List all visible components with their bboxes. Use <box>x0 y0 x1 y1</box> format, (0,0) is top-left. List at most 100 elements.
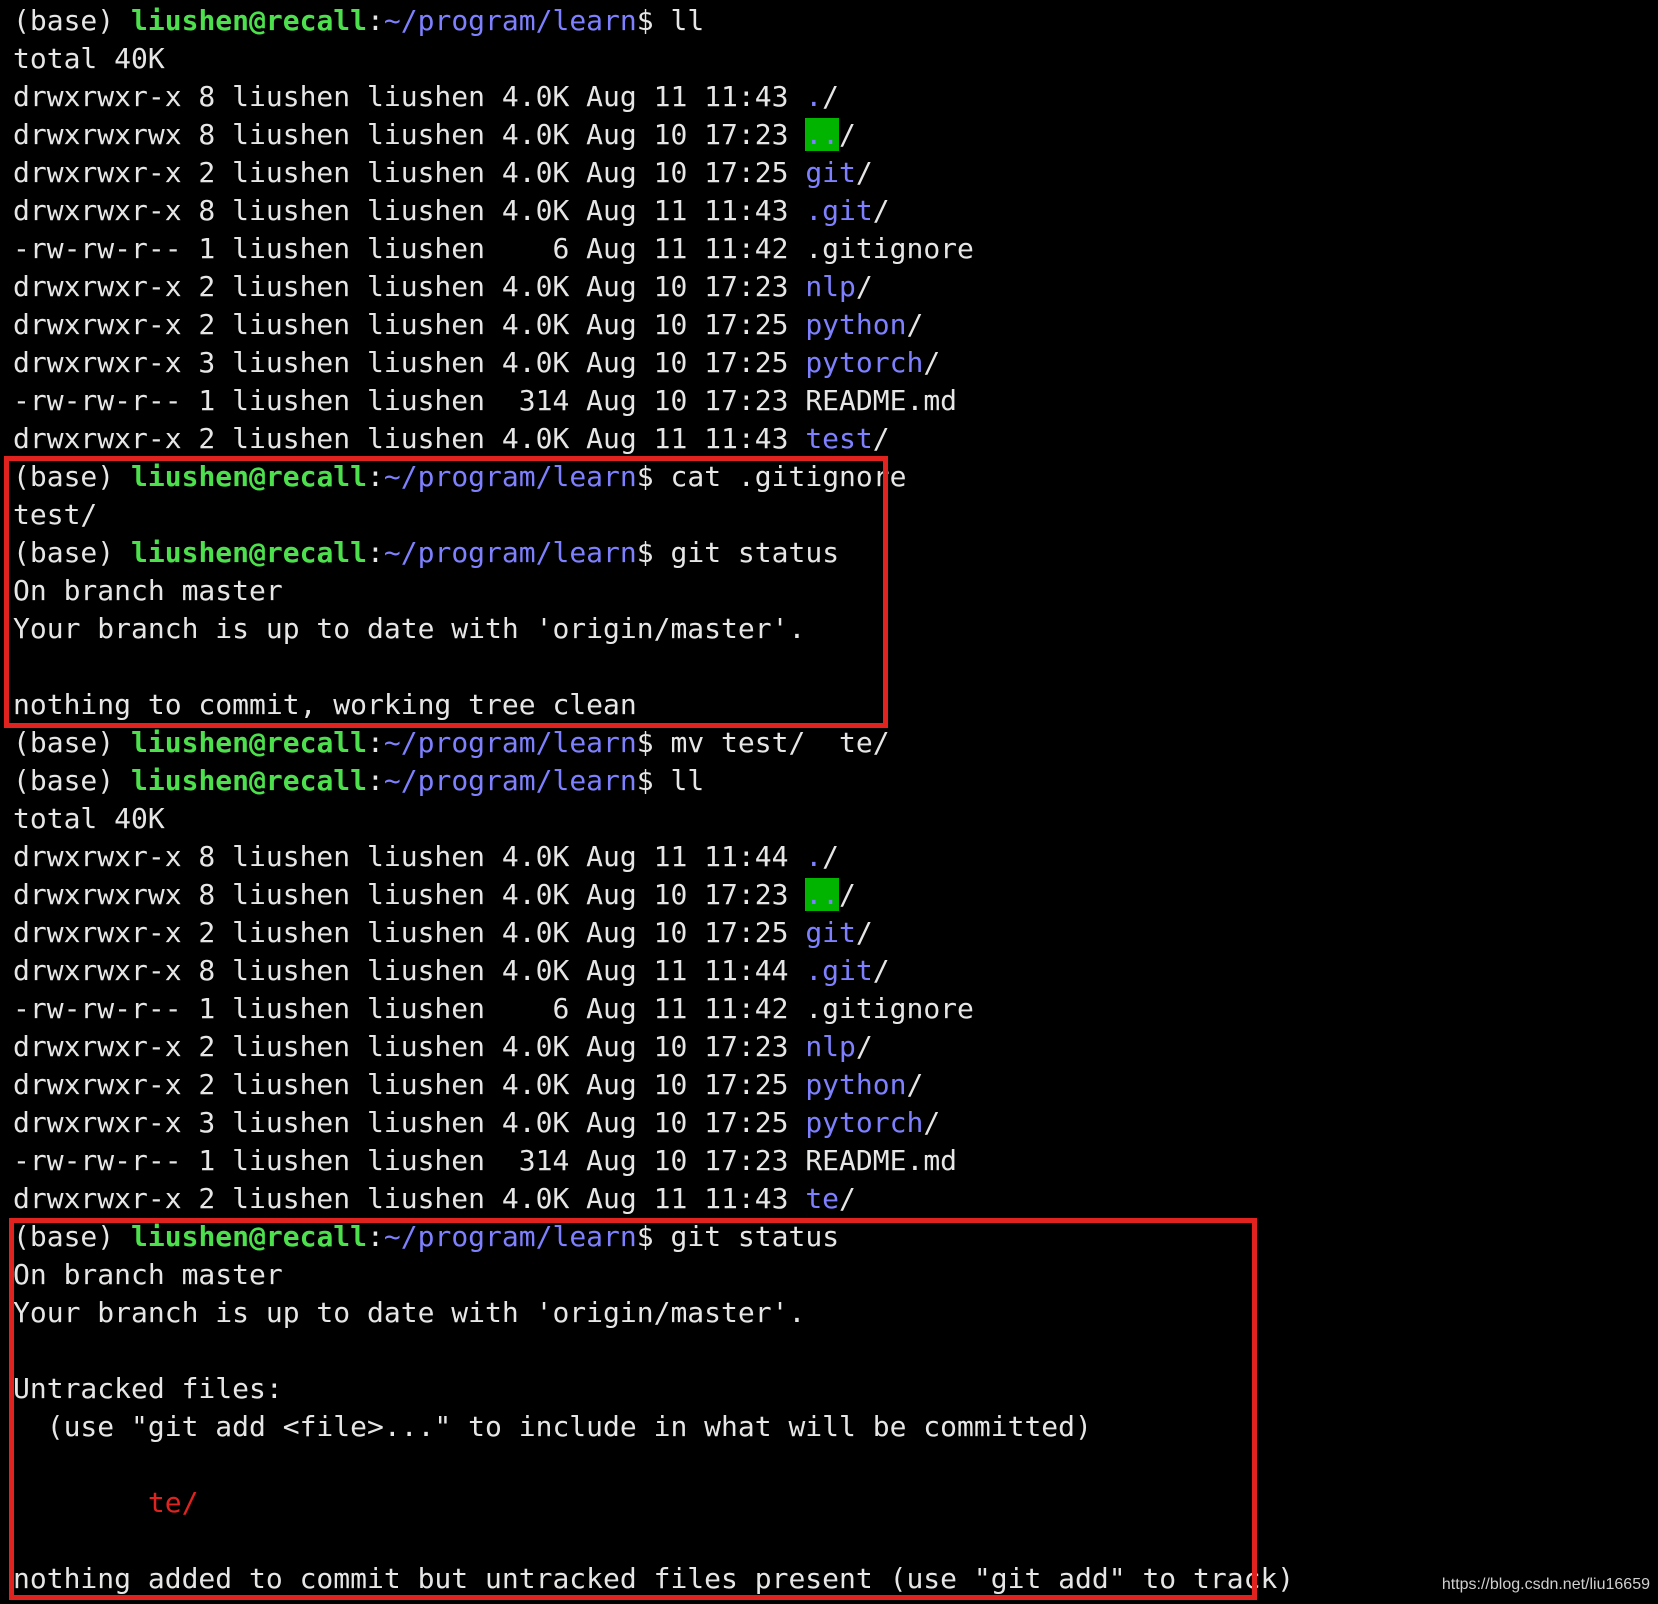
ls-entry: drwxrwxr-x 3 liushen liushen 4.0K Aug 10… <box>13 1104 1643 1142</box>
ls-entry: -rw-rw-r-- 1 liushen liushen 6 Aug 11 11… <box>13 990 1643 1028</box>
ls-entry-slash: / <box>839 118 856 151</box>
ls-entry-name: nlp <box>805 1030 856 1063</box>
ls-entry-slash: / <box>872 422 890 455</box>
ls-entry-slash: / <box>822 80 840 113</box>
ls-entry-name: . <box>805 840 823 873</box>
output-line: nothing added to commit but untracked fi… <box>13 1560 1643 1598</box>
output-text: total 40K <box>13 802 165 835</box>
prompt-dollar: $ <box>636 726 671 759</box>
ls-entry-name: git <box>805 156 856 189</box>
prompt-line: (base) liushen@recall:~/program/learn$ l… <box>13 2 1643 40</box>
command-text: git status <box>670 1220 840 1253</box>
ls-entry: -rw-rw-r-- 1 liushen liushen 6 Aug 11 11… <box>13 230 1643 268</box>
output-text: Your branch is up to date with 'origin/m… <box>13 1296 806 1329</box>
ls-entry: drwxrwxr-x 2 liushen liushen 4.0K Aug 10… <box>13 914 1643 952</box>
output-line: (use "git add <file>..." to include in w… <box>13 1408 1643 1446</box>
ls-entry-meta: drwxrwxr-x 2 liushen liushen 4.0K Aug 10… <box>13 270 806 303</box>
output-line: total 40K <box>13 800 1643 838</box>
prompt-env: (base) <box>13 764 132 797</box>
output-line: Your branch is up to date with 'origin/m… <box>13 610 1643 648</box>
ls-entry-name: .. <box>805 118 840 151</box>
ls-entry-meta: drwxrwxr-x 3 liushen liushen 4.0K Aug 10… <box>13 346 806 379</box>
ls-entry-slash: / <box>872 194 890 227</box>
prompt-dollar: $ <box>636 460 671 493</box>
prompt-path: ~/program/learn <box>383 4 637 37</box>
prompt-env: (base) <box>13 1220 132 1253</box>
output-text: Untracked files: <box>13 1372 283 1405</box>
ls-entry: drwxrwxr-x 8 liushen liushen 4.0K Aug 11… <box>13 192 1643 230</box>
ls-entry: drwxrwxr-x 2 liushen liushen 4.0K Aug 10… <box>13 1066 1643 1104</box>
ls-entry-slash: / <box>839 1182 856 1215</box>
ls-entry-name: .gitignore <box>805 992 974 1025</box>
ls-entry-slash: / <box>906 1068 924 1101</box>
ls-entry-slash: / <box>872 954 890 987</box>
ls-entry: drwxrwxr-x 8 liushen liushen 4.0K Aug 11… <box>13 838 1643 876</box>
output-line: On branch master <box>13 572 1643 610</box>
prompt-dollar: $ <box>636 764 671 797</box>
ls-entry-meta: drwxrwxr-x 2 liushen liushen 4.0K Aug 11… <box>13 422 806 455</box>
ls-entry: drwxrwxr-x 2 liushen liushen 4.0K Aug 11… <box>13 1180 1643 1218</box>
ls-entry-name: .git <box>805 954 873 987</box>
ls-entry-meta: drwxrwxrwx 8 liushen liushen 4.0K Aug 10… <box>13 118 806 151</box>
output-line: test/ <box>13 496 1643 534</box>
command-text: git status <box>670 536 840 569</box>
ls-entry-name: README.md <box>805 384 958 417</box>
ls-entry-name: te <box>805 1182 840 1215</box>
output-text: nothing added to commit but untracked fi… <box>13 1562 1295 1595</box>
output-text: On branch master <box>13 1258 283 1291</box>
prompt-dollar: $ <box>636 1220 671 1253</box>
command-text: ll <box>670 764 705 797</box>
prompt-separator: : <box>367 726 384 759</box>
prompt-env: (base) <box>13 460 132 493</box>
prompt-separator: : <box>367 764 384 797</box>
ls-entry-meta: drwxrwxr-x 8 liushen liushen 4.0K Aug 11… <box>13 954 806 987</box>
prompt-user-host: liushen@recall <box>131 536 368 569</box>
ls-entry-name: nlp <box>805 270 856 303</box>
prompt-dollar: $ <box>636 536 671 569</box>
ls-entry-name: python <box>805 1068 907 1101</box>
prompt-user-host: liushen@recall <box>131 4 368 37</box>
ls-entry-name: README.md <box>805 1144 958 1177</box>
untracked-file: te/ <box>147 1486 199 1519</box>
command-text: cat .gitignore <box>670 460 907 493</box>
ls-entry: -rw-rw-r-- 1 liushen liushen 314 Aug 10 … <box>13 1142 1643 1180</box>
ls-entry-name: test <box>805 422 873 455</box>
prompt-path: ~/program/learn <box>383 536 637 569</box>
ls-entry-meta: -rw-rw-r-- 1 liushen liushen 6 Aug 11 11… <box>13 992 806 1025</box>
ls-entry-slash: / <box>906 308 924 341</box>
ls-entry-meta: drwxrwxr-x 8 liushen liushen 4.0K Aug 11… <box>13 194 806 227</box>
output-line: Untracked files: <box>13 1370 1643 1408</box>
ls-entry-name: pytorch <box>805 346 924 379</box>
ls-entry-meta: drwxrwxr-x 2 liushen liushen 4.0K Aug 10… <box>13 156 806 189</box>
ls-entry-name: .gitignore <box>805 232 974 265</box>
prompt-line: (base) liushen@recall:~/program/learn$ m… <box>13 724 1643 762</box>
ls-entry: drwxrwxr-x 2 liushen liushen 4.0K Aug 10… <box>13 306 1643 344</box>
ls-entry-meta: drwxrwxr-x 2 liushen liushen 4.0K Aug 11… <box>13 1182 806 1215</box>
output-line: total 40K <box>13 40 1643 78</box>
ls-entry: drwxrwxr-x 8 liushen liushen 4.0K Aug 11… <box>13 78 1643 116</box>
ls-entry-slash: / <box>839 878 856 911</box>
untracked-file-line: te/ <box>13 1484 1643 1522</box>
ls-entry: drwxrwxr-x 2 liushen liushen 4.0K Aug 10… <box>13 154 1643 192</box>
output-text: test/ <box>13 498 98 531</box>
ls-entry: drwxrwxr-x 8 liushen liushen 4.0K Aug 11… <box>13 952 1643 990</box>
ls-entry-slash: / <box>855 270 873 303</box>
ls-entry-name: .. <box>805 878 840 911</box>
prompt-separator: : <box>367 460 384 493</box>
prompt-path: ~/program/learn <box>383 726 637 759</box>
output-line: nothing to commit, working tree clean <box>13 686 1643 724</box>
prompt-line: (base) liushen@recall:~/program/learn$ c… <box>13 458 1643 496</box>
ls-entry-meta: drwxrwxr-x 2 liushen liushen 4.0K Aug 10… <box>13 1030 806 1063</box>
output-text: Your branch is up to date with 'origin/m… <box>13 612 806 645</box>
output-text: total 40K <box>13 42 165 75</box>
prompt-separator: : <box>367 4 384 37</box>
output-text: (use "git add <file>..." to include in w… <box>13 1410 1092 1443</box>
ls-entry: drwxrwxr-x 2 liushen liushen 4.0K Aug 11… <box>13 420 1643 458</box>
watermark: https://blog.csdn.net/liu16659 <box>1441 1576 1650 1593</box>
prompt-path: ~/program/learn <box>383 460 637 493</box>
prompt-user-host: liushen@recall <box>131 460 368 493</box>
ls-entry-meta: drwxrwxr-x 2 liushen liushen 4.0K Aug 10… <box>13 308 806 341</box>
ls-entry-meta: -rw-rw-r-- 1 liushen liushen 314 Aug 10 … <box>13 1144 806 1177</box>
prompt-path: ~/program/learn <box>383 764 637 797</box>
